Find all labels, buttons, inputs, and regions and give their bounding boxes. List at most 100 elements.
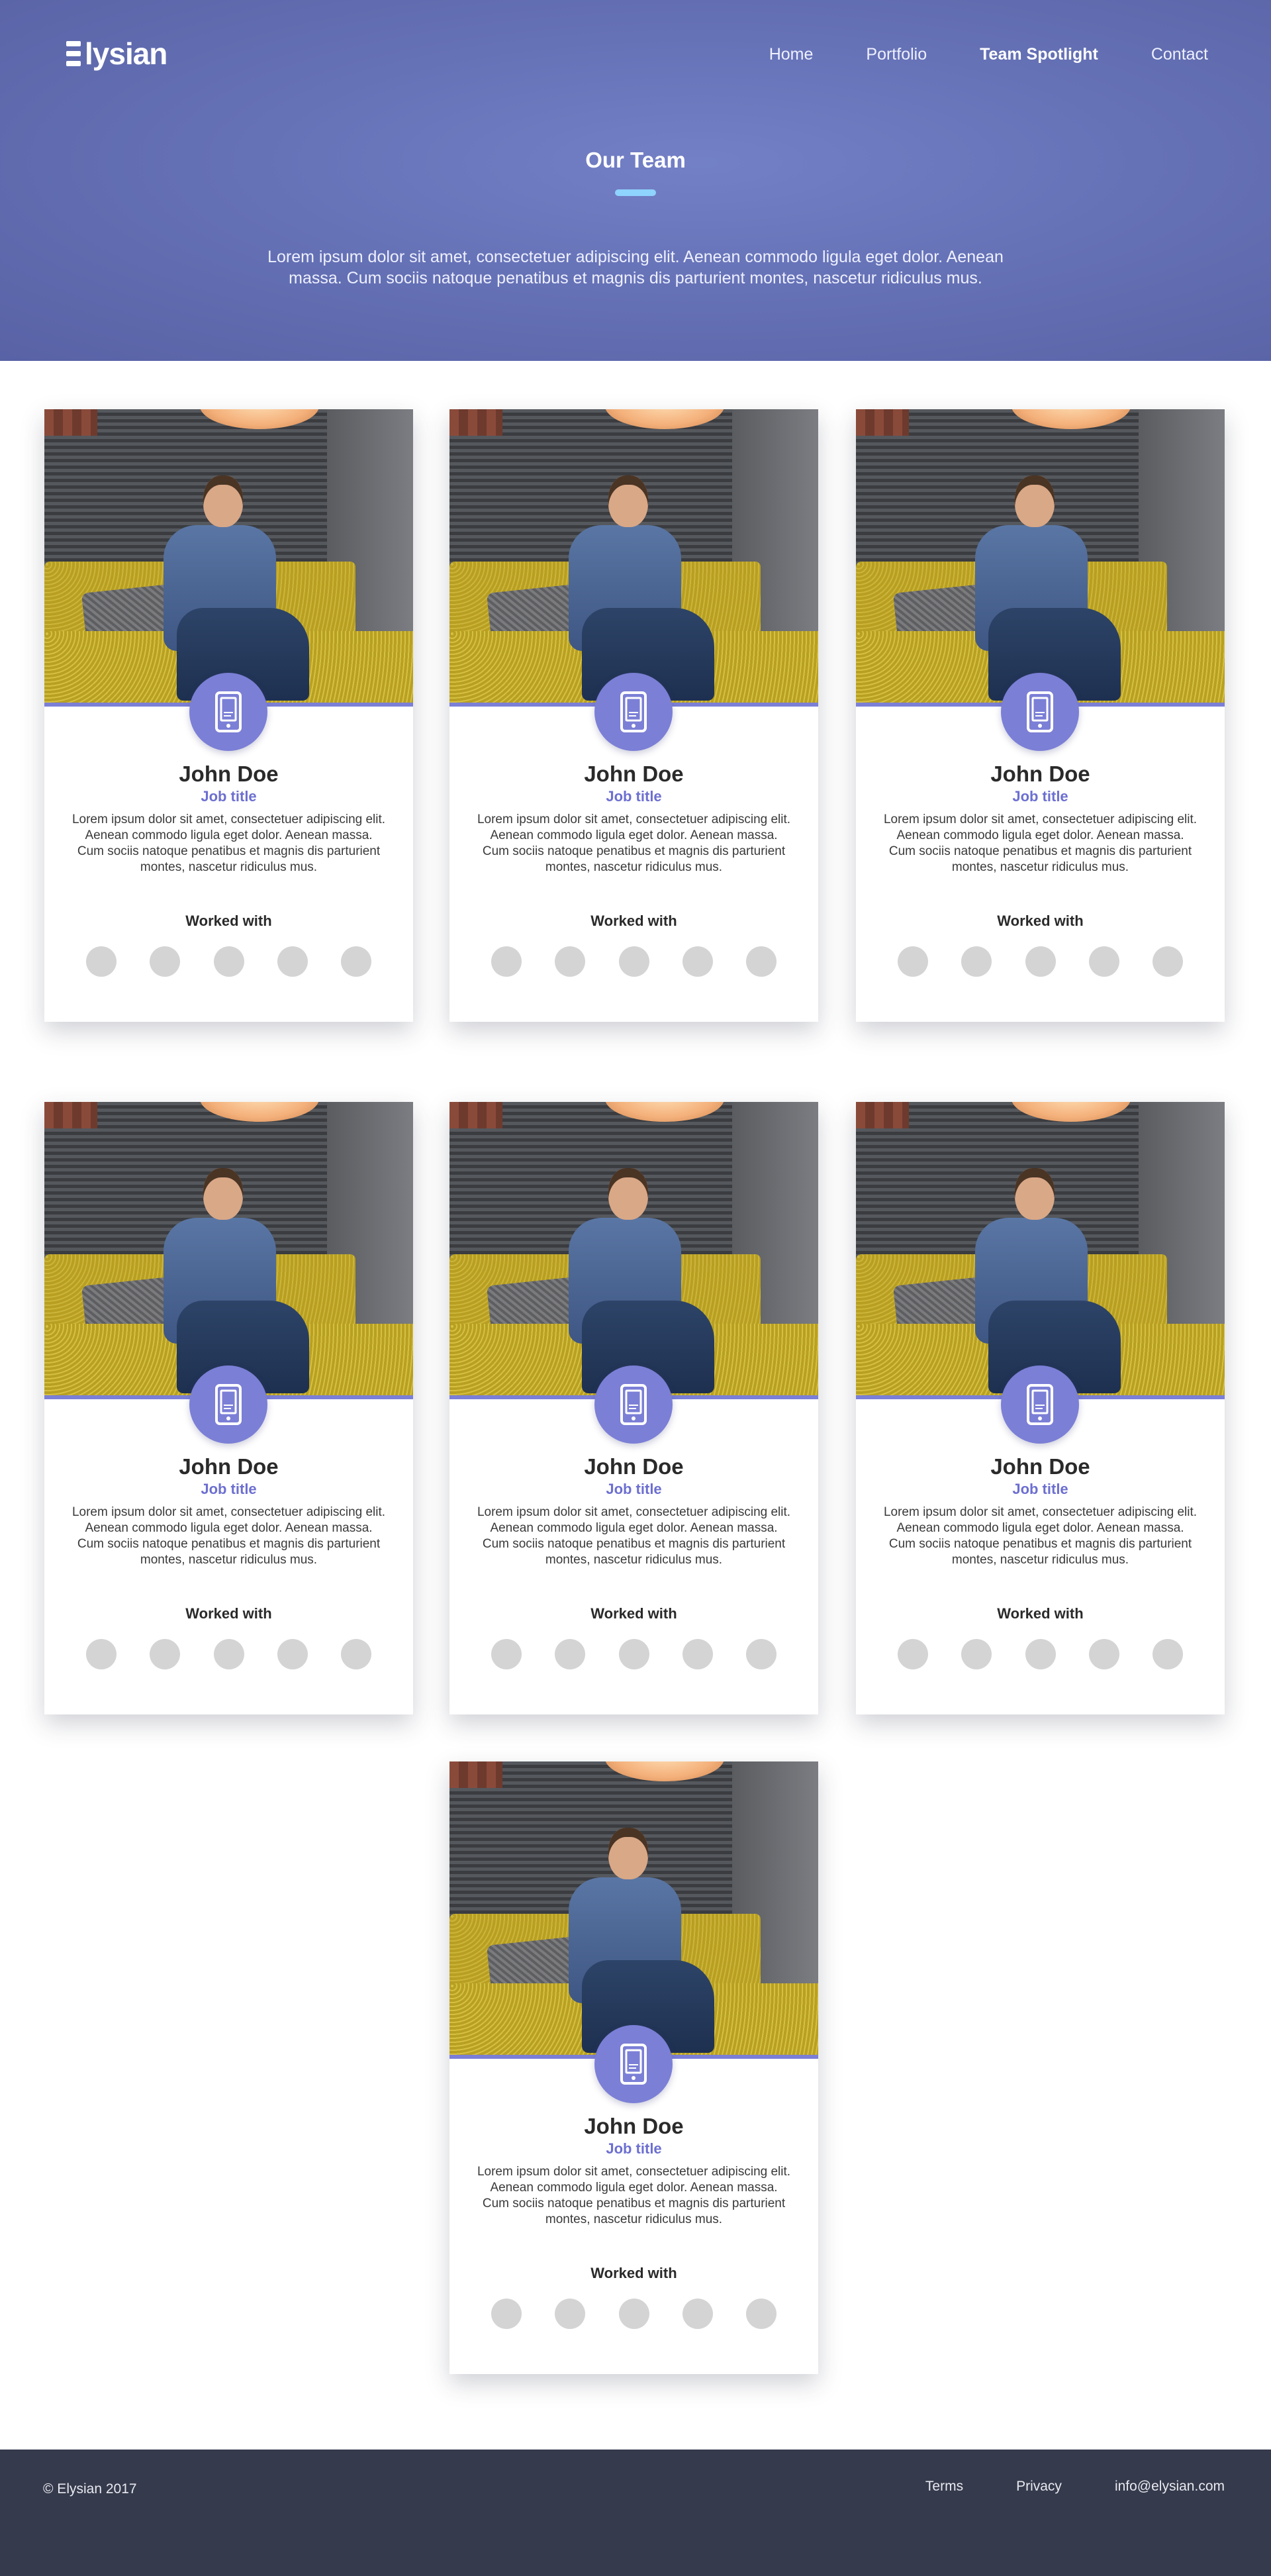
team-member-card: John Doe Job title Lorem ipsum dolor sit a… <box>856 1102 1225 1714</box>
avatar[interactable] <box>555 2299 586 2329</box>
worked-with-label: Worked with <box>590 913 677 929</box>
logo-e-mark <box>66 41 81 66</box>
avatar[interactable] <box>1153 1639 1183 1669</box>
member-bio: Lorem ipsum dolor sit amet, consectetuer… <box>71 1505 386 1567</box>
footer-link-terms[interactable]: Terms <box>925 2479 963 2495</box>
role-badge <box>594 2025 673 2103</box>
avatar[interactable] <box>491 1639 522 1669</box>
logo-text: lysian <box>85 36 167 71</box>
avatar[interactable] <box>898 1639 928 1669</box>
title-underline <box>615 189 656 196</box>
team-member-photo <box>44 409 413 703</box>
worked-with-avatars <box>491 946 777 977</box>
avatar[interactable] <box>1088 946 1119 977</box>
avatar[interactable] <box>277 1639 308 1669</box>
worked-with-label: Worked with <box>997 913 1084 929</box>
avatar[interactable] <box>491 946 522 977</box>
team-member-card: John Doe Job title Lorem ipsum dolor sit a… <box>856 409 1225 1022</box>
footer: © Elysian 2017 Terms Privacy info@elysia… <box>0 2450 1271 2576</box>
smartphone-icon <box>620 1384 647 1425</box>
team-member-card: John Doe Job title Lorem ipsum dolor sit a… <box>44 1102 413 1714</box>
worked-with-avatars <box>86 1639 371 1669</box>
member-bio: Lorem ipsum dolor sit amet, consectetuer… <box>883 813 1198 874</box>
avatar[interactable] <box>746 946 777 977</box>
team-member-card: John Doe Job title Lorem ipsum dolor sit a… <box>449 409 818 1022</box>
member-job-title: Job title <box>201 1481 257 1497</box>
avatar[interactable] <box>213 1639 244 1669</box>
avatar[interactable] <box>150 1639 181 1669</box>
nav-home[interactable]: Home <box>769 41 814 68</box>
logo[interactable]: lysian <box>66 34 167 73</box>
member-job-title: Job title <box>1012 788 1068 805</box>
avatar[interactable] <box>86 946 117 977</box>
team-member-card: John Doe Job title Lorem ipsum dolor sit a… <box>449 1761 818 2374</box>
footer-link-email[interactable]: info@elysian.com <box>1115 2479 1225 2495</box>
member-name: John Doe <box>179 762 279 786</box>
avatar[interactable] <box>1088 1639 1119 1669</box>
member-bio: Lorem ipsum dolor sit amet, consectetuer… <box>477 2165 791 2226</box>
nav-team-spotlight[interactable]: Team Spotlight <box>980 41 1098 68</box>
role-badge <box>594 673 673 751</box>
avatar[interactable] <box>150 946 181 977</box>
member-name: John Doe <box>584 2114 684 2138</box>
member-job-title: Job title <box>201 788 257 805</box>
avatar[interactable] <box>961 946 992 977</box>
worked-with-label: Worked with <box>590 1605 677 1622</box>
avatar[interactable] <box>682 1639 713 1669</box>
member-bio: Lorem ipsum dolor sit amet, consectetuer… <box>71 813 386 874</box>
worked-with-label: Worked with <box>997 1605 1084 1622</box>
avatar[interactable] <box>1153 946 1183 977</box>
team-member-photo <box>449 1102 818 1395</box>
member-name: John Doe <box>990 1454 1090 1479</box>
footer-link-privacy[interactable]: Privacy <box>1016 2479 1062 2495</box>
avatar[interactable] <box>618 946 649 977</box>
worked-with-avatars <box>491 1639 777 1669</box>
nav-contact[interactable]: Contact <box>1151 41 1208 68</box>
avatar[interactable] <box>555 946 586 977</box>
worked-with-avatars <box>898 946 1183 977</box>
member-job-title: Job title <box>606 788 662 805</box>
member-bio: Lorem ipsum dolor sit amet, consectetuer… <box>883 1505 1198 1567</box>
avatar[interactable] <box>682 2299 713 2329</box>
worked-with-label: Worked with <box>185 1605 272 1622</box>
nav-portfolio[interactable]: Portfolio <box>866 41 927 68</box>
avatar[interactable] <box>1025 946 1056 977</box>
avatar[interactable] <box>618 2299 649 2329</box>
role-badge <box>1001 1365 1079 1444</box>
team-member-photo <box>44 1102 413 1395</box>
avatar[interactable] <box>277 946 308 977</box>
worked-with-avatars <box>86 946 371 977</box>
avatar[interactable] <box>555 1639 586 1669</box>
avatar[interactable] <box>746 1639 777 1669</box>
smartphone-icon <box>620 2044 647 2085</box>
team-member-photo <box>856 1102 1225 1395</box>
avatar[interactable] <box>341 946 371 977</box>
worked-with-avatars <box>898 1639 1183 1669</box>
member-bio: Lorem ipsum dolor sit amet, consectetuer… <box>477 1505 791 1567</box>
member-job-title: Job title <box>606 2140 662 2157</box>
avatar[interactable] <box>1025 1639 1056 1669</box>
avatar[interactable] <box>618 1639 649 1669</box>
smartphone-icon <box>1027 1384 1053 1425</box>
team-member-card: John Doe Job title Lorem ipsum dolor sit a… <box>449 1102 818 1714</box>
team-member-photo <box>856 409 1225 703</box>
avatar[interactable] <box>341 1639 371 1669</box>
smartphone-icon <box>215 691 242 732</box>
avatar[interactable] <box>898 946 928 977</box>
role-badge <box>189 1365 267 1444</box>
avatar[interactable] <box>961 1639 992 1669</box>
avatar[interactable] <box>746 2299 777 2329</box>
smartphone-icon <box>215 1384 242 1425</box>
avatar[interactable] <box>86 1639 117 1669</box>
member-bio: Lorem ipsum dolor sit amet, consectetuer… <box>477 813 791 874</box>
avatar[interactable] <box>682 946 713 977</box>
worked-with-label: Worked with <box>185 913 272 929</box>
avatar[interactable] <box>213 946 244 977</box>
worked-with-label: Worked with <box>590 2265 677 2281</box>
copyright: © Elysian 2017 <box>43 2481 137 2497</box>
avatar[interactable] <box>491 2299 522 2329</box>
role-badge <box>594 1365 673 1444</box>
hero-header: lysian Home Portfolio Team Spotlight Con… <box>0 0 1271 361</box>
team-member-card: John Doe Job title Lorem ipsum dolor sit a… <box>44 409 413 1022</box>
worked-with-avatars <box>491 2299 777 2329</box>
